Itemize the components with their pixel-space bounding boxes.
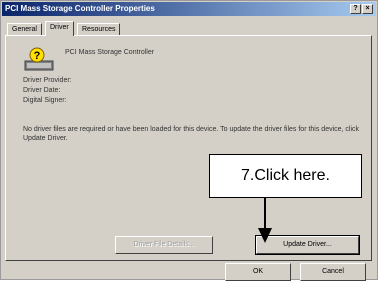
cancel-button[interactable]: Cancel (300, 263, 366, 281)
svg-text:?: ? (34, 50, 41, 62)
instruction-callout: 7.Click here. (209, 154, 362, 198)
properties-dialog: PCI Mass Storage Controller Properties ?… (0, 0, 378, 281)
ok-button[interactable]: OK (225, 263, 291, 281)
driver-file-details-button[interactable]: Driver File Details... (115, 236, 213, 254)
tab-resources[interactable]: Resources (77, 23, 121, 35)
tab-driver[interactable]: Driver (45, 21, 74, 36)
down-arrow-icon (258, 198, 272, 243)
close-button[interactable]: × (362, 4, 373, 14)
driver-provider-label: Driver Provider: (23, 77, 72, 84)
title-bar: PCI Mass Storage Controller Properties ?… (2, 2, 376, 16)
window-title: PCI Mass Storage Controller Properties (5, 4, 155, 13)
driver-date-label: Driver Date: (23, 87, 61, 94)
help-button[interactable]: ? (350, 4, 361, 14)
device-name: PCI Mass Storage Controller (65, 49, 155, 56)
question-mark-device-icon: ? (24, 47, 54, 71)
driver-panel (5, 35, 372, 261)
digital-signer-label: Digital Signer: (23, 97, 67, 104)
tab-general[interactable]: General (7, 23, 42, 35)
driver-note: No driver files are required or have bee… (23, 126, 360, 142)
